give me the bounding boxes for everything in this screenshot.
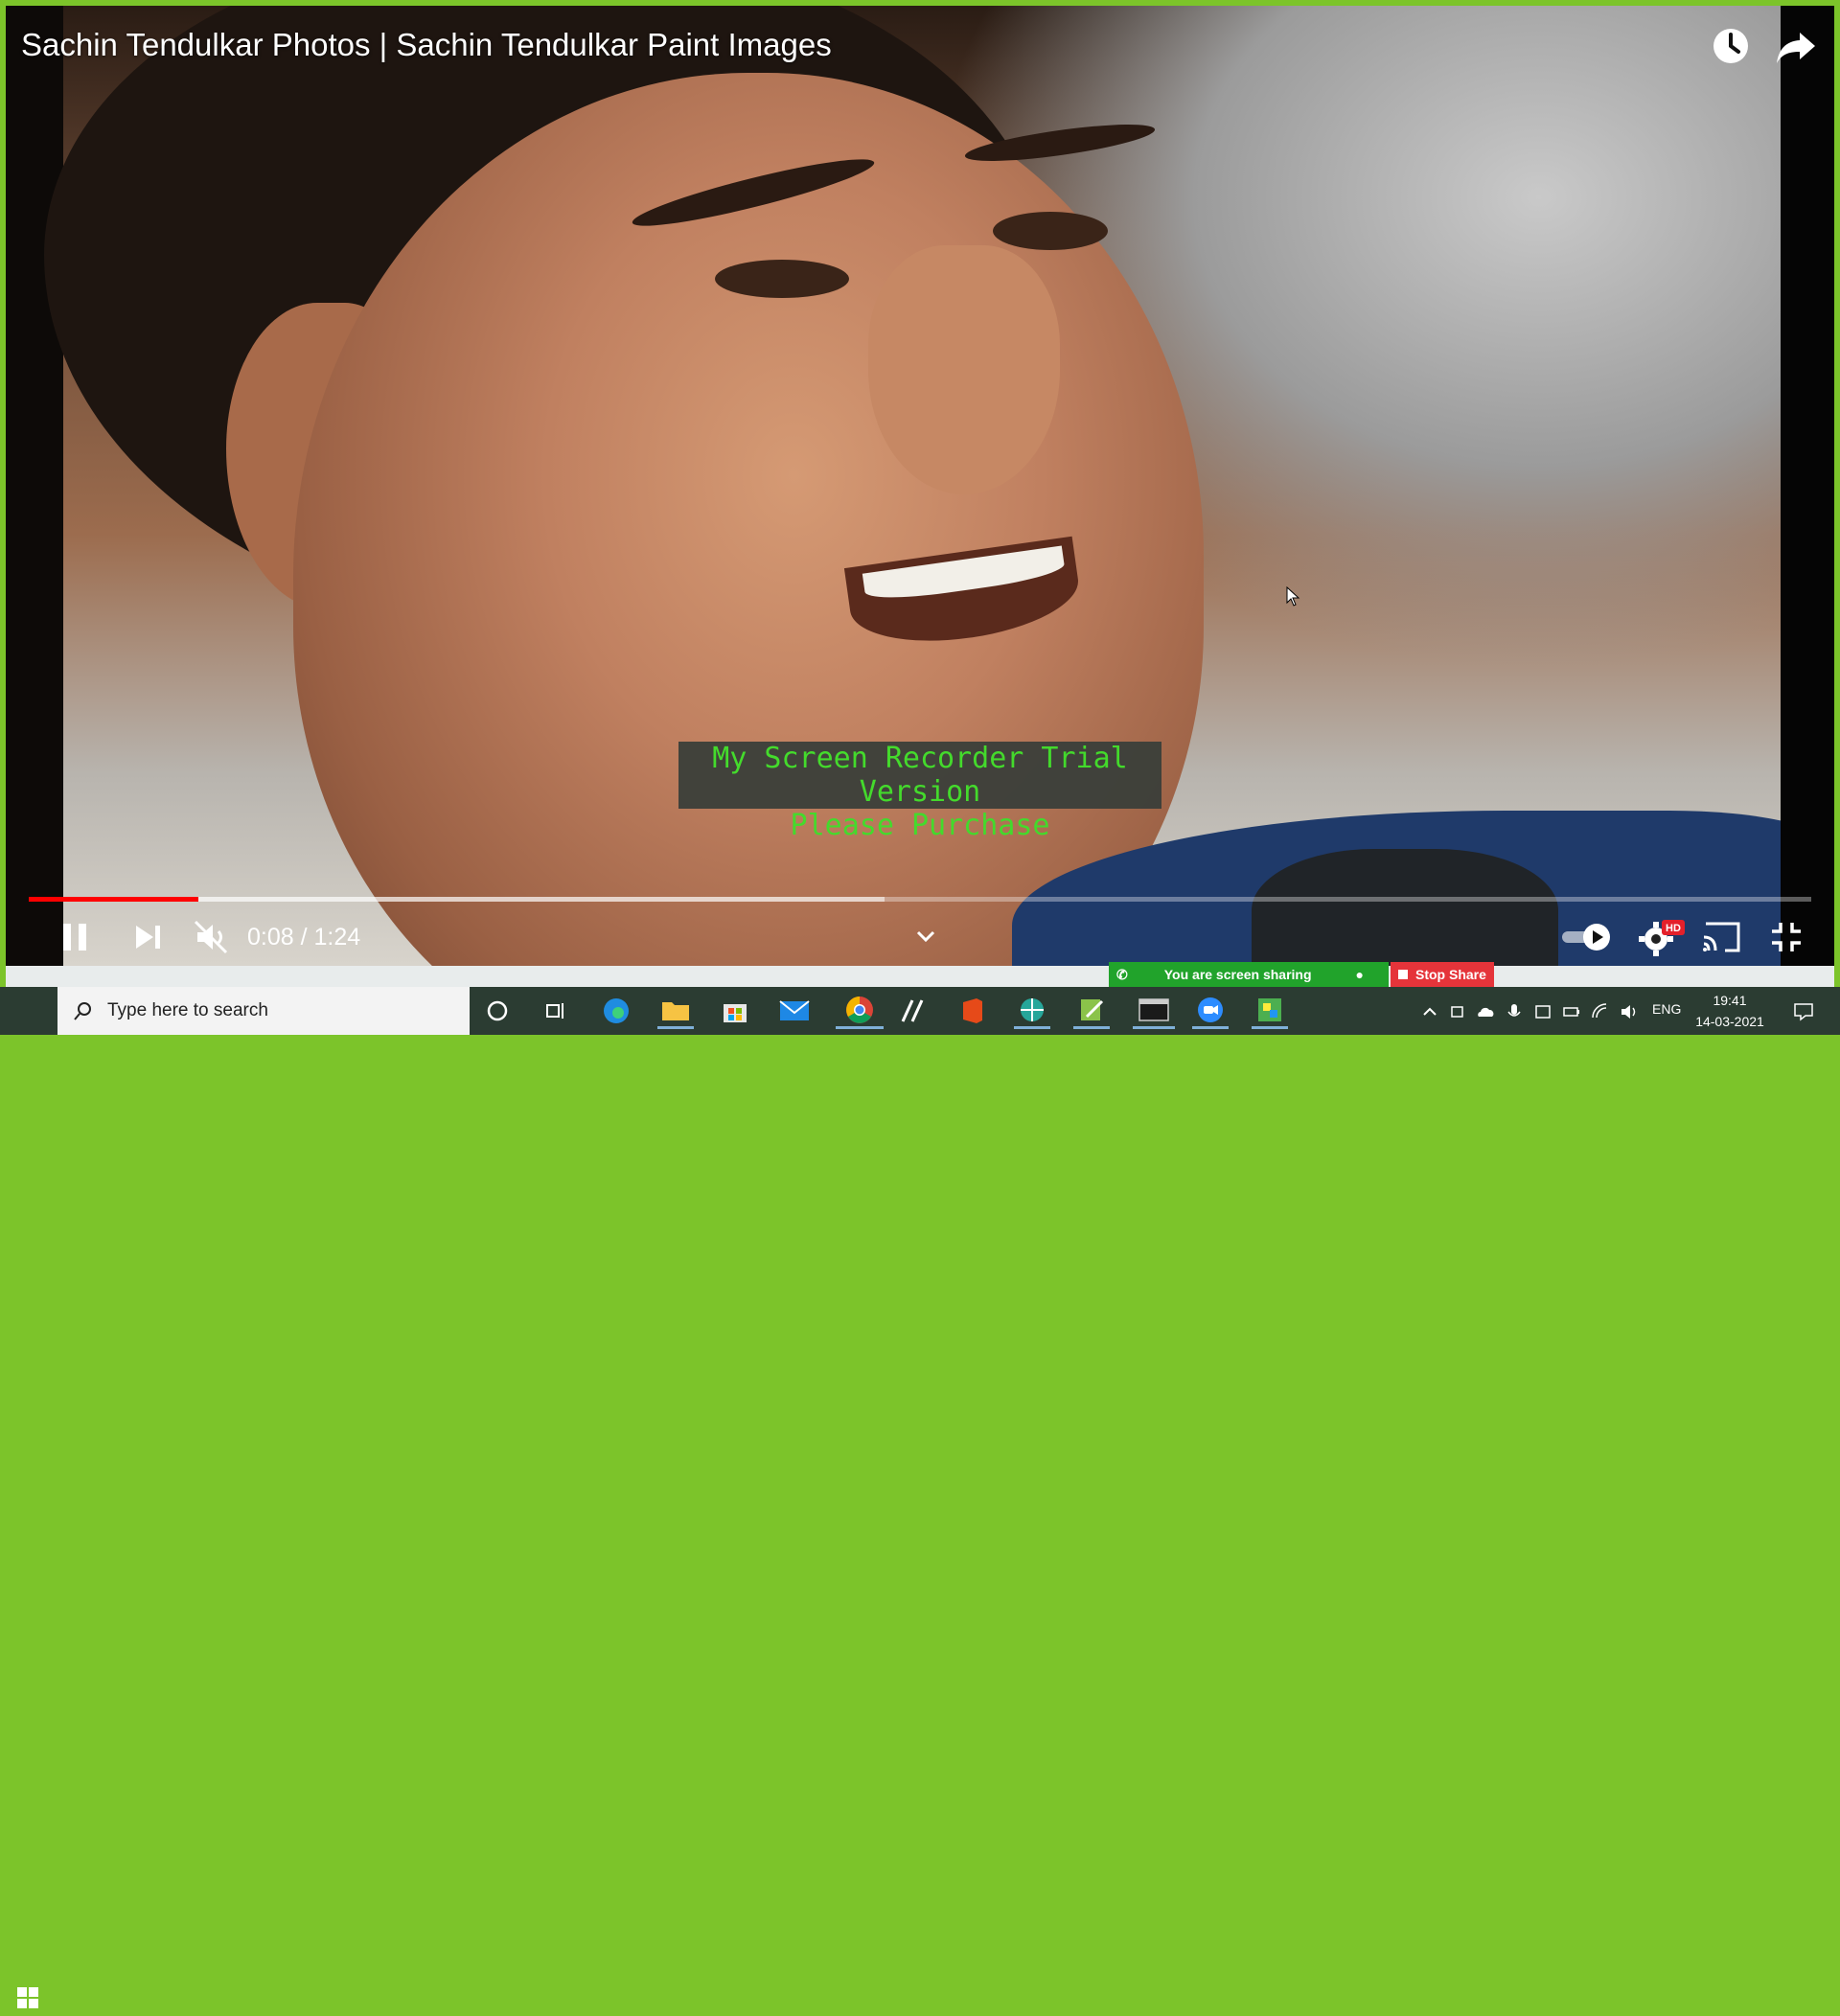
taskbar-app-pen[interactable] — [895, 993, 932, 1029]
globe-icon — [1021, 997, 1044, 1021]
cortana-icon — [487, 1000, 508, 1021]
pause-icon — [63, 924, 86, 951]
taskbar-app-store[interactable] — [717, 993, 753, 1029]
screen-sharing-status: You are screen sharing — [1163, 967, 1312, 982]
shield-icon: ● — [1355, 967, 1365, 982]
onedrive-icon[interactable] — [1476, 1002, 1495, 1021]
terminal-icon — [1138, 997, 1169, 1021]
time-display: 0:08 / 1:24 — [247, 924, 361, 951]
hd-badge: HD — [1666, 923, 1681, 934]
search-icon — [74, 1002, 91, 1020]
task-view-icon — [546, 1003, 564, 1019]
stop-share-button[interactable]: Stop Share — [1391, 962, 1494, 987]
exit-fullscreen-button[interactable] — [1765, 916, 1807, 958]
more-videos-button[interactable] — [908, 920, 943, 954]
video-player[interactable]: Sachin Tendulkar Photos | Sachin Tendulk… — [6, 6, 1834, 966]
share-arrow-icon — [1777, 33, 1815, 63]
video-content-nose — [868, 245, 1060, 494]
taskbar-app-editor[interactable] — [1073, 993, 1110, 1029]
windows-icon — [17, 1987, 38, 2008]
recorder-watermark: My Screen Recorder Trial Version Please … — [678, 742, 1162, 842]
taskbar-app-terminal[interactable] — [1133, 993, 1175, 1029]
pen-icon — [901, 999, 924, 1022]
watch-later-button[interactable] — [1708, 23, 1754, 69]
editor-icon — [1081, 998, 1104, 1020]
taskbar-app-file-explorer[interactable] — [657, 993, 694, 1029]
store-icon — [724, 1004, 747, 1022]
cast-button[interactable] — [1698, 916, 1746, 958]
autoplay-toggle[interactable] — [1558, 916, 1616, 958]
edge-icon — [604, 998, 629, 1023]
notification-icon[interactable] — [1792, 1000, 1815, 1023]
settings-icon: HD — [1639, 920, 1685, 956]
clock[interactable]: 19:41 14-03-2021 — [1687, 990, 1773, 1032]
zoom-icon — [1198, 997, 1223, 1022]
start-button[interactable] — [10, 1980, 46, 2016]
share-button[interactable] — [1773, 23, 1819, 69]
taskbar-search[interactable]: Type here to search — [58, 987, 470, 1035]
mute-button[interactable] — [190, 916, 232, 958]
phone-icon: ✆ — [1116, 966, 1128, 982]
video-content-eye — [993, 212, 1108, 250]
watermark-line-2: Please Purchase — [790, 809, 1050, 842]
mouse-cursor-icon — [1286, 586, 1300, 607]
stop-icon — [1398, 970, 1408, 979]
office-icon — [963, 998, 982, 1023]
clock-date: 14-03-2021 — [1695, 1014, 1764, 1029]
folder-icon — [662, 1001, 689, 1020]
progress-played — [29, 897, 198, 902]
volume-icon[interactable] — [1620, 1002, 1639, 1021]
recorder-icon — [1258, 997, 1281, 1021]
exit-fullscreen-icon — [1772, 923, 1801, 951]
microphone-icon[interactable] — [1505, 1002, 1524, 1021]
video-title[interactable]: Sachin Tendulkar Photos | Sachin Tendulk… — [21, 27, 832, 63]
stop-share-label: Stop Share — [1415, 967, 1486, 982]
next-icon — [136, 926, 160, 949]
pause-button[interactable] — [54, 916, 96, 958]
next-button[interactable] — [126, 916, 169, 958]
progress-bar[interactable] — [29, 897, 1811, 902]
autoplay-toggle-icon — [1562, 924, 1610, 951]
cast-icon — [1703, 922, 1740, 952]
wifi-icon[interactable] — [1591, 1002, 1610, 1021]
meet-now-icon[interactable] — [1449, 1002, 1468, 1021]
video-content-eye — [715, 260, 849, 298]
cortana-button[interactable] — [479, 993, 516, 1029]
language-indicator[interactable]: ENG — [1652, 1001, 1681, 1017]
taskbar-app-mail[interactable] — [776, 993, 813, 1029]
chevron-down-icon — [916, 930, 935, 943]
mute-icon — [194, 920, 228, 954]
screen-sharing-indicator[interactable]: ✆ You are screen sharing ● — [1109, 962, 1389, 987]
taskbar-app-green[interactable] — [1014, 993, 1050, 1029]
taskbar-app-office[interactable] — [954, 993, 991, 1029]
battery-icon[interactable] — [1562, 1002, 1581, 1021]
video-content-strap — [1252, 849, 1558, 966]
clock-icon — [1714, 29, 1748, 63]
chevron-up-icon[interactable] — [1420, 1002, 1439, 1021]
video-letterbox — [1781, 6, 1834, 966]
taskbar-app-edge[interactable] — [598, 993, 634, 1029]
mail-icon — [779, 1000, 810, 1020]
taskbar-app-chrome[interactable] — [836, 993, 884, 1029]
chrome-icon — [846, 996, 873, 1023]
watermark-line-1: My Screen Recorder Trial Version — [712, 742, 1128, 809]
taskbar-app-recorder[interactable] — [1252, 993, 1288, 1029]
security-icon[interactable] — [1533, 1002, 1552, 1021]
search-placeholder: Type here to search — [107, 1000, 268, 1020]
task-view-button[interactable] — [538, 993, 574, 1029]
settings-button[interactable]: HD — [1637, 916, 1685, 958]
desktop-strip — [6, 966, 1834, 987]
clock-time: 19:41 — [1713, 993, 1747, 1008]
taskbar-app-zoom[interactable] — [1192, 993, 1229, 1029]
